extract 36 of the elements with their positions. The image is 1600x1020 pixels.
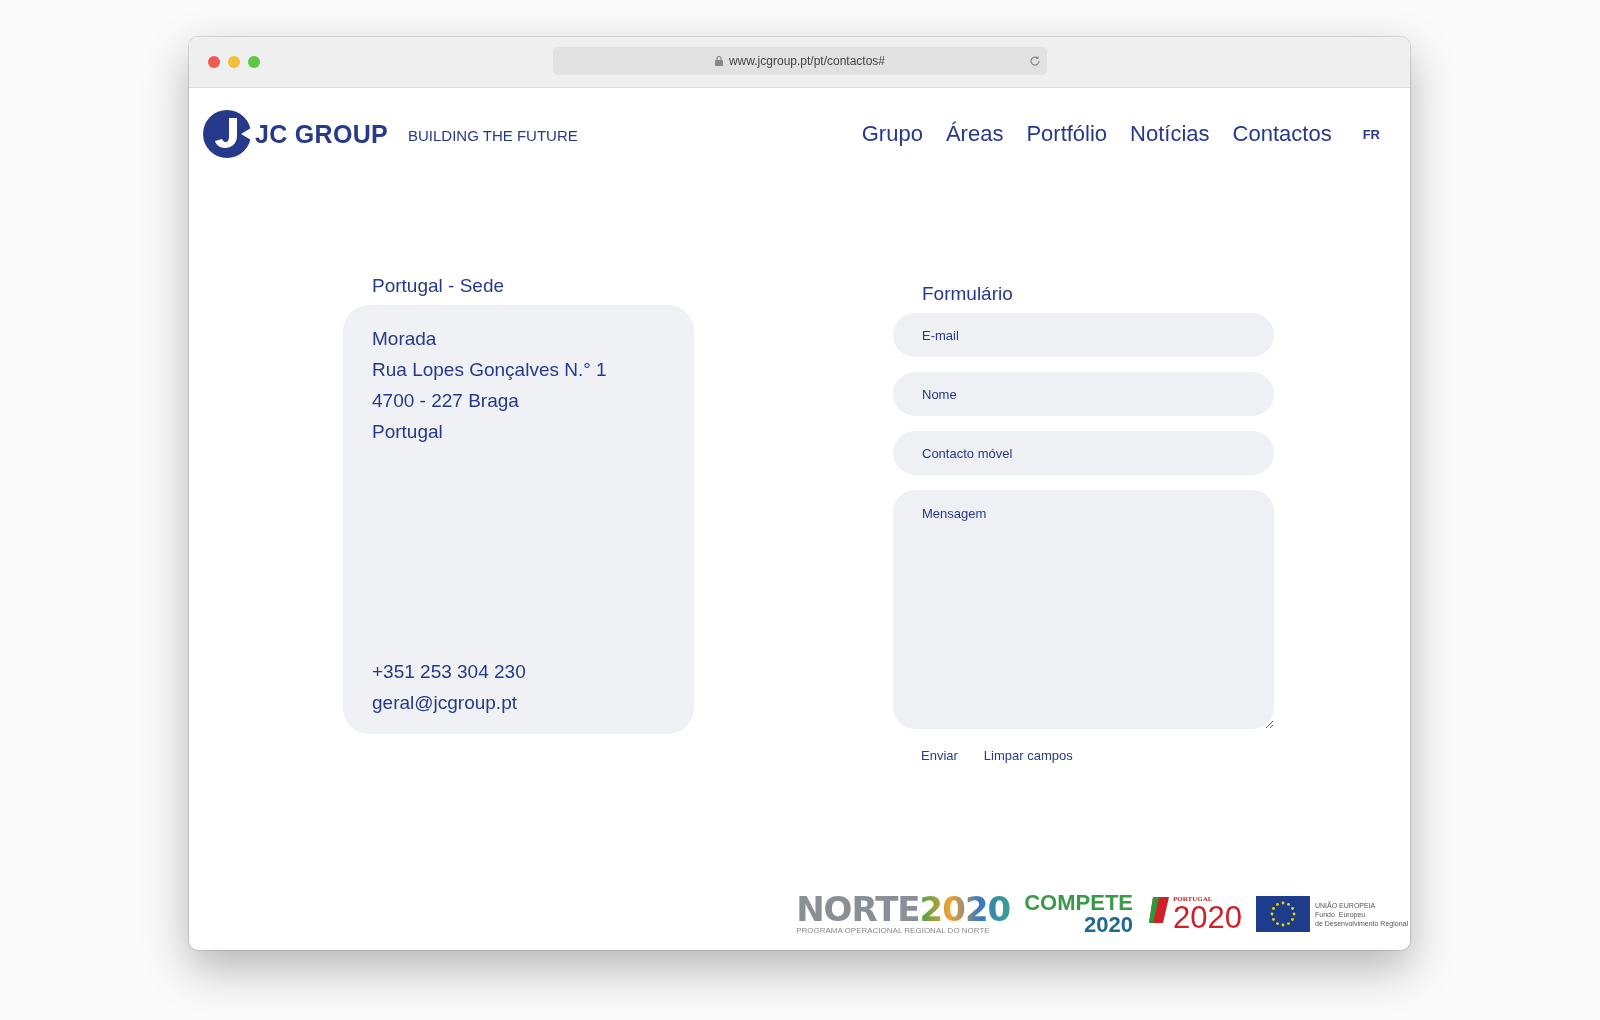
logo-caption: PROGRAMA OPERACIONAL REGIONAL DO NORTE [796,926,991,936]
input-field[interactable]: E-mail [893,313,1274,357]
url-text: www.jcgroup.pt/pt/contactos# [728,54,886,68]
nav-link[interactable]: Notícias [1130,121,1210,147]
form-button[interactable]: Enviar [913,744,966,767]
logo-year: 2020 [1084,914,1134,936]
reload-icon[interactable] [1029,55,1041,67]
tagline: BUILDING THE FUTURE [408,126,578,144]
input-field[interactable]: Nome [893,372,1274,416]
language-link[interactable]: FR [1362,126,1380,142]
address-bar[interactable]: www.jcgroup.pt/pt/contactos# [553,47,1047,75]
nav-link[interactable]: Portfólio [1026,121,1108,147]
phone-number: +351 253 304 230 [372,660,526,684]
logo-year: 2020 [1173,903,1242,933]
close-button[interactable] [208,56,220,68]
address-line: 4700 - 227 Braga [372,389,519,413]
eu-flag-icon [1256,896,1310,932]
message-field[interactable]: Mensagem [893,490,1274,729]
form-button[interactable]: Limpar campos [975,744,1081,767]
lock-icon [714,56,723,66]
flag-icon [1147,895,1170,925]
section-title: Portugal - Sede [372,275,506,297]
address-line: Morada [372,327,437,351]
email-address: geral@jcgroup.pt [372,691,517,715]
form-title: Formulário [922,283,1014,305]
nav-link[interactable]: Grupo [861,121,923,147]
nav-link[interactable]: Áreas [945,121,1004,147]
address-line: Portugal [372,420,443,444]
zoom-button[interactable] [248,56,260,68]
compete-logo-text: COMPETE [1024,892,1134,914]
address-line: Rua Lopes Gonçalves N.° 1 [372,358,607,382]
logo-icon [203,110,251,158]
logo-text[interactable]: JC GROUP [255,119,388,149]
nav-link[interactable]: Contactos [1232,121,1332,147]
input-field[interactable]: Contacto móvel [893,431,1274,475]
minimize-button[interactable] [228,56,240,68]
